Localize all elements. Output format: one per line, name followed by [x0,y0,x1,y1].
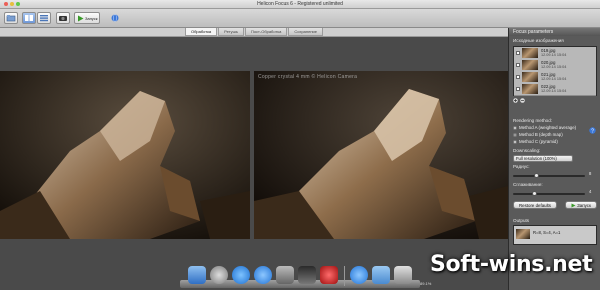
file-date: 12.09.14 15:04 [541,77,567,81]
svg-text:?: ? [591,128,594,134]
add-icon[interactable] [513,98,518,103]
globe-icon [111,14,119,22]
toolbar: Запуск [0,9,600,28]
include-checkbox[interactable] [516,51,520,55]
method-b-label: Method B (depth map) [519,132,563,137]
outputs-label: Outputs [513,218,530,223]
focus-parameters-panel: Focus parameters Исходные изображения 01… [508,28,600,290]
include-checkbox[interactable] [516,75,520,79]
outputs-list[interactable]: R=8, S=4, A=1 [513,225,597,245]
help-button[interactable] [110,12,120,24]
radius-slider-knob[interactable] [534,173,540,178]
file-date: 12.09.14 15:04 [541,53,567,57]
list-view-icon [40,15,48,22]
system-preferences-icon[interactable] [276,266,294,284]
remove-icon[interactable] [520,98,525,103]
radius-label: Радиус: [513,164,530,169]
split-view-icon [25,15,33,21]
crystal-photo-right [254,71,508,239]
helicon-focus-icon[interactable] [298,266,316,284]
tab-retouch[interactable]: Ретушь [218,28,244,36]
smoothing-slider[interactable] [513,191,585,196]
radius-value: 8 [589,171,592,176]
trash-icon[interactable] [394,266,412,284]
source-images-label: Исходные изображения [513,38,564,43]
rendering-method-label: Rendering method: [513,118,553,123]
restore-defaults-button[interactable]: Restore defaults [513,201,557,209]
dock-separator [344,266,345,286]
downscaling-select[interactable]: Full resolution (100%) [513,155,573,162]
radio-indicator [513,132,517,137]
folder-icon [6,15,16,22]
tab-saving[interactable]: Сохранение [288,28,323,36]
thumbnail [522,48,538,58]
output-thumbnail [516,229,530,239]
list-item[interactable]: 022.jpg 12.09.14 15:04 [514,83,596,96]
add-images-button[interactable] [4,12,18,24]
zoom-level: 89.1% [420,281,432,286]
crystal-photo-left [0,71,250,239]
watermark-logo: Soft-wins.net [430,252,593,277]
radio-indicator [513,139,517,144]
camera-icon [59,16,67,21]
radius-slider[interactable] [513,173,585,178]
radio-indicator [513,125,517,130]
downscaling-label: Downscaling: [513,148,541,153]
list-controls [513,98,525,103]
smoothing-value: 4 [589,189,592,194]
play-icon [571,203,576,207]
include-checkbox[interactable] [516,63,520,67]
camera-button[interactable] [56,12,70,24]
run-button[interactable]: Запуск [74,12,100,24]
thumbnail [522,84,538,94]
tab-post-processing[interactable]: Пост-Обработка [244,28,288,36]
result-image-preview[interactable] [254,71,508,239]
output-params: R=8, S=4, A=1 [533,230,561,235]
mode-tabs: Обработка Ретушь Пост-Обработка Сохранен… [0,28,508,37]
source-images-list[interactable]: 019.jpg 12.09.14 15:04 020.jpg 12.09.14 … [513,46,597,96]
panel-run-label: Запуск [577,202,591,208]
view-single-button[interactable] [22,12,36,24]
method-a-radio[interactable]: Method A (weighted average) [513,125,576,130]
panel-title: Focus parameters [509,28,600,36]
documents-folder-icon[interactable] [372,266,390,284]
method-c-label: Method C (pyramid) [519,139,558,144]
photo-app-icon[interactable] [320,266,338,284]
include-checkbox[interactable] [516,87,520,91]
smoothing-slider-knob[interactable] [531,191,537,196]
thumbnail [522,60,538,70]
finder-icon[interactable] [188,266,206,284]
method-a-label: Method A (weighted average) [519,125,577,130]
launchpad-icon[interactable] [210,266,228,284]
title-bar: Helicon Focus 6 - Registered unlimited [0,0,600,9]
run-button-label: Запуск [85,15,98,21]
tab-processing[interactable]: Обработка [184,28,218,36]
smoothing-label: Сглаживание: [513,182,543,187]
window-title: Helicon Focus 6 - Registered unlimited [257,1,343,7]
view-list-button[interactable] [37,12,51,24]
help-icon[interactable]: ? [589,127,596,134]
app-store-icon[interactable] [254,266,272,284]
method-c-radio[interactable]: Method C (pyramid) [513,139,558,144]
file-date: 12.09.14 15:04 [541,89,567,93]
source-image-preview[interactable] [0,71,250,239]
image-caption: Copper crystal 4 mm © Helicon Camera [258,74,358,80]
thumbnail [522,72,538,82]
play-icon [78,15,84,21]
itunes-icon[interactable] [232,266,250,284]
downloads-app-store-icon[interactable] [350,266,368,284]
file-date: 12.09.14 15:04 [541,65,567,69]
panel-run-button[interactable]: Запуск [565,201,597,209]
dock [180,257,420,290]
method-b-radio[interactable]: Method B (depth map) [513,132,563,137]
